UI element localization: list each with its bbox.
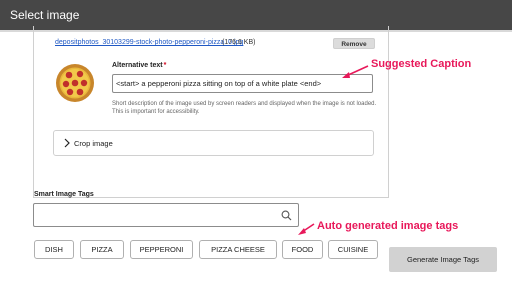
search-icon[interactable] bbox=[281, 210, 292, 221]
tag-chip-pizza[interactable]: PIZZA bbox=[80, 240, 124, 259]
tag-chip-dish[interactable]: DISH bbox=[34, 240, 74, 259]
required-mark: * bbox=[163, 62, 167, 69]
alt-text-label: Alternative text* bbox=[112, 62, 167, 69]
smart-tags-label: Smart Image Tags bbox=[34, 191, 94, 198]
arrow-icon bbox=[342, 65, 369, 78]
remove-button[interactable]: Remove bbox=[333, 38, 375, 49]
tag-chip-food[interactable]: FOOD bbox=[282, 240, 323, 259]
dialog-body: depositphotos_30103299-stock-photo-peppe… bbox=[0, 26, 512, 292]
smart-tags-input[interactable] bbox=[33, 203, 299, 227]
file-size: (176.6 KB) bbox=[222, 39, 256, 46]
alt-text-description: Short description of the image used by s… bbox=[112, 101, 377, 115]
crop-image-label: Crop image bbox=[74, 139, 113, 148]
file-link[interactable]: depositphotos_30103299-stock-photo-peppe… bbox=[55, 39, 243, 46]
tag-chip-pizza-cheese[interactable]: PIZZA CHEESE bbox=[199, 240, 277, 259]
dialog-title: Select image bbox=[10, 8, 80, 22]
pizza-image bbox=[55, 63, 95, 103]
tag-chip-pepperoni[interactable]: PEPPERONI bbox=[130, 240, 193, 259]
tag-chip-cuisine[interactable]: CUISINE bbox=[328, 240, 378, 259]
crop-image-toggle[interactable]: Crop image bbox=[53, 130, 374, 156]
chevron-right-icon bbox=[63, 138, 71, 148]
suggested-caption-annotation: Suggested Caption bbox=[371, 58, 472, 70]
alt-text-input[interactable]: <start> a pepperoni pizza sitting on top… bbox=[112, 74, 373, 93]
generate-image-tags-button[interactable]: Generate Image Tags bbox=[389, 247, 497, 272]
arrow-icon bbox=[298, 223, 315, 235]
auto-tags-annotation: Auto generated image tags bbox=[317, 220, 459, 232]
